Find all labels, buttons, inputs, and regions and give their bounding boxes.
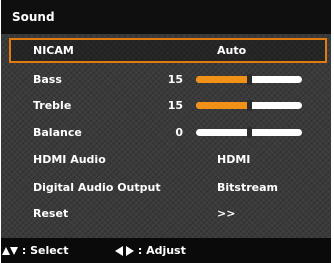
menu-item-reset[interactable]: Reset >>: [9, 201, 327, 226]
menu-item-value: HDMI: [217, 153, 251, 166]
select-hint: : Select: [2, 238, 68, 263]
menu-item-bass[interactable]: Bass 15: [9, 67, 327, 92]
menu-item-digital-audio-output[interactable]: Digital Audio Output Bitstream: [9, 175, 327, 200]
menu-panel: NICAM Auto Bass 15 Treble 15 Balance 0 H…: [1, 34, 331, 238]
menu-item-treble[interactable]: Treble 15: [9, 93, 327, 118]
bass-slider-fill: [196, 76, 249, 83]
bass-slider[interactable]: [196, 74, 302, 85]
footer-help-bar: : Select : Adjust: [1, 238, 331, 263]
adjust-hint: : Adjust: [115, 238, 186, 263]
menu-item-value: Bitstream: [217, 181, 278, 194]
menu-title: Sound: [1, 0, 331, 34]
treble-slider-fill: [196, 102, 249, 109]
select-hint-label: : Select: [21, 244, 69, 257]
menu-item-balance[interactable]: Balance 0: [9, 120, 327, 145]
treble-value: 15: [167, 99, 183, 112]
bass-value: 15: [167, 73, 183, 86]
treble-slider[interactable]: [196, 100, 302, 111]
balance-slider-knob[interactable]: [247, 127, 252, 138]
menu-item-label: Balance: [33, 126, 82, 139]
menu-item-nicam[interactable]: NICAM Auto: [9, 38, 327, 63]
menu-item-label: Reset: [33, 207, 69, 220]
menu-item-hdmi-audio[interactable]: HDMI Audio HDMI: [9, 147, 327, 172]
treble-slider-knob[interactable]: [247, 100, 252, 111]
arrow-right-icon: [126, 246, 134, 256]
menu-item-label: NICAM: [33, 44, 74, 57]
balance-value: 0: [175, 126, 183, 139]
arrow-left-icon: [115, 246, 123, 256]
adjust-hint-label: : Adjust: [137, 244, 186, 257]
menu-item-value: >>: [217, 207, 236, 220]
menu-item-label: HDMI Audio: [33, 153, 106, 166]
menu-item-value: Auto: [217, 44, 247, 57]
bass-slider-knob[interactable]: [247, 74, 252, 85]
menu-item-label: Treble: [33, 99, 72, 112]
arrow-up-icon: [2, 247, 10, 255]
balance-slider[interactable]: [196, 127, 302, 138]
arrow-down-icon: [10, 247, 18, 255]
menu-item-label: Bass: [33, 73, 62, 86]
sound-menu: Sound NICAM Auto Bass 15 Treble 15 Balan…: [0, 0, 334, 263]
menu-item-label: Digital Audio Output: [33, 181, 161, 194]
